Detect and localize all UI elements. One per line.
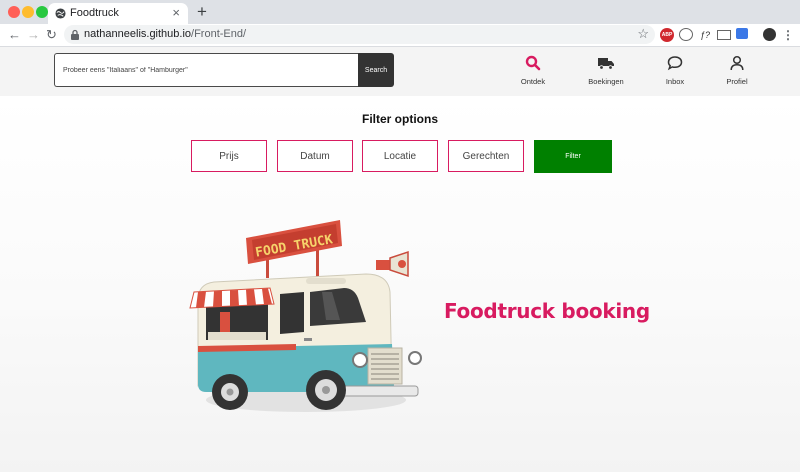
truck-icon <box>598 58 614 70</box>
site-header: Search Ontdek Boekingen Inbox Profiel <box>0 47 800 96</box>
filter-locatie-button[interactable]: Locatie <box>362 140 438 172</box>
filter-prijs-button[interactable]: Prijs <box>191 140 267 172</box>
megaphone-icon <box>376 250 409 278</box>
function-extension-icon[interactable]: ƒ? <box>697 28 713 42</box>
url-text: nathanneelis.github.io/Front-End/ <box>84 28 246 40</box>
url-domain: nathanneelis.github.io <box>84 28 192 40</box>
user-icon <box>730 55 744 71</box>
hero-title: Foodtruck booking <box>444 299 650 323</box>
search-bar: Search <box>54 53 394 87</box>
extension-blue-icon[interactable] <box>736 28 748 39</box>
reload-icon[interactable]: ↻ <box>46 27 57 43</box>
close-window-button[interactable] <box>8 6 20 18</box>
tab-title: Foodtruck <box>70 7 119 19</box>
nav-label-profiel: Profiel <box>726 77 748 86</box>
tab-close-icon[interactable]: × <box>172 6 180 20</box>
rear-wheel <box>212 374 248 410</box>
front-wheel <box>306 370 346 410</box>
nav-label-ontdek: Ontdek <box>520 77 546 86</box>
new-tab-button[interactable]: + <box>197 3 207 20</box>
lock-icon <box>71 29 79 40</box>
minimize-window-button[interactable] <box>22 6 34 18</box>
bookmark-star-icon[interactable]: ☆ <box>637 26 649 42</box>
browser-toolbar: ← → ↻ nathanneelis.github.io/Front-End/ … <box>0 24 800 47</box>
cast-icon[interactable] <box>717 30 731 40</box>
browser-tab[interactable]: Foodtruck × <box>48 3 188 24</box>
search-button[interactable]: Search <box>358 53 394 87</box>
profile-avatar[interactable] <box>763 28 776 41</box>
browser-tab-bar: Foodtruck × + <box>0 0 800 24</box>
maximize-window-button[interactable] <box>36 6 48 18</box>
address-bar[interactable]: nathanneelis.github.io/Front-End/ ☆ <box>64 25 655 44</box>
food-truck-sign: FOOD TRUCK <box>246 220 342 264</box>
extension-circle-icon[interactable] <box>679 28 693 41</box>
nav-label-inbox: Inbox <box>665 77 685 86</box>
filter-datum-button[interactable]: Datum <box>277 140 353 172</box>
main-content: Filter options Prijs Datum Locatie Gerec… <box>0 96 800 472</box>
back-arrow-icon[interactable]: ← <box>8 27 21 43</box>
chat-bubble-icon <box>667 56 683 71</box>
adblock-extension-icon[interactable]: ABP <box>660 28 674 42</box>
url-path: /Front-End/ <box>191 28 247 40</box>
foodtruck-illustration: FOOD TRUCK <box>189 220 422 412</box>
kebab-menu-icon[interactable]: ⋮ <box>782 28 794 42</box>
globe-icon <box>55 8 66 19</box>
filter-options-heading: Filter options <box>362 112 438 126</box>
headlight <box>352 352 368 368</box>
search-input[interactable] <box>54 53 366 87</box>
filter-submit-button[interactable]: Filter <box>534 140 612 173</box>
nav-item-profiel[interactable]: Profiel <box>707 55 767 86</box>
headlight <box>408 351 422 365</box>
nav-item-inbox[interactable]: Inbox <box>645 55 705 86</box>
search-icon <box>525 55 541 71</box>
nav-item-boekingen[interactable]: Boekingen <box>576 55 636 86</box>
filter-gerechten-button[interactable]: Gerechten <box>448 140 524 172</box>
forward-arrow-icon[interactable]: → <box>27 27 40 43</box>
nav-item-ontdek[interactable]: Ontdek <box>503 55 563 86</box>
nav-label-boekingen: Boekingen <box>588 77 624 86</box>
